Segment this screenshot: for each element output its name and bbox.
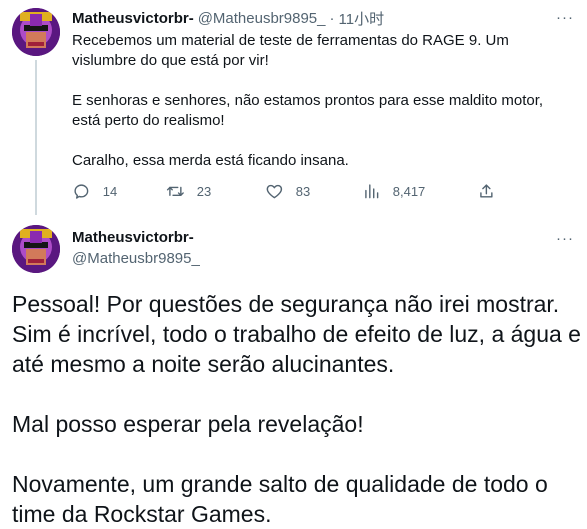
more-icon[interactable]: ··· — [553, 9, 577, 27]
retweet-button[interactable]: 23 — [166, 182, 211, 201]
tweet-text: Recebemos um material de teste de ferram… — [72, 32, 544, 169]
handle[interactable]: @Matheusbr9895_ — [198, 10, 326, 27]
like-button[interactable]: 83 — [265, 182, 310, 201]
views-count: 8,417 — [392, 183, 426, 199]
timestamp[interactable]: 11小时 — [339, 8, 385, 29]
avatar[interactable] — [12, 225, 60, 273]
separator: · — [329, 9, 335, 27]
reply-icon — [74, 184, 89, 199]
avatar-image — [12, 225, 60, 273]
tweet-text: Pessoal! Por questões de segurança não i… — [12, 291, 581, 527]
more-icon[interactable]: ··· — [553, 230, 577, 248]
reply-count: 14 — [102, 183, 118, 199]
views-icon — [365, 184, 379, 199]
like-count: 83 — [295, 183, 311, 199]
like-icon — [266, 184, 283, 199]
avatar[interactable] — [12, 8, 60, 56]
display-name[interactable]: Matheusvictorbr- — [72, 10, 194, 27]
display-name[interactable]: Matheusvictorbr- — [72, 229, 194, 246]
retweet-icon — [166, 186, 184, 196]
views-button[interactable]: 8,417 — [362, 182, 425, 201]
share-button[interactable] — [477, 182, 496, 201]
handle[interactable]: @Matheusbr9895_ — [72, 250, 200, 267]
reply-button[interactable]: 14 — [72, 182, 117, 201]
share-icon — [480, 184, 493, 198]
avatar-image — [12, 8, 60, 56]
retweet-count: 23 — [196, 183, 212, 199]
thread-connector-line — [35, 60, 37, 215]
